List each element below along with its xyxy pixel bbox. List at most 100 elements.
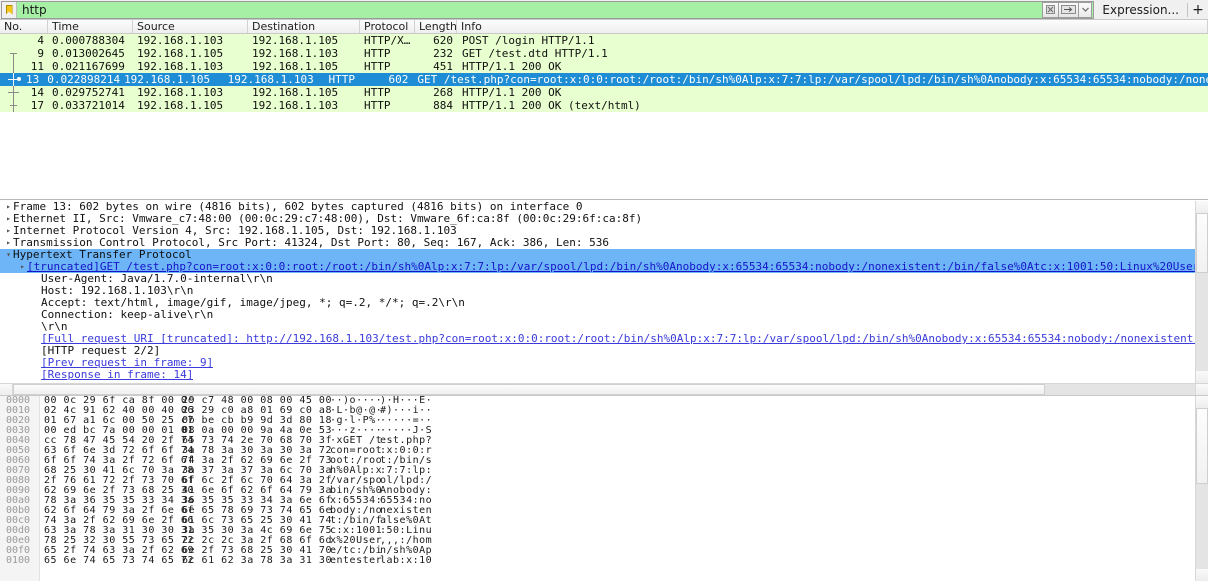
packet-row[interactable]: 13 0.022898214 192.168.1.105 192.168.1.103 H… bbox=[0, 73, 1208, 86]
packet-cell-info: POST /login HTTP/1.1 bbox=[462, 34, 595, 47]
column-header-destination[interactable]: Destination bbox=[248, 20, 360, 33]
detail-scroll-up-arrow[interactable] bbox=[1196, 201, 1208, 213]
packet-row[interactable]: 9 0.013002645 192.168.1.105 192.168.1.103 HT… bbox=[0, 47, 1208, 60]
column-header-time[interactable]: Time bbox=[48, 20, 133, 33]
clear-filter-icon[interactable] bbox=[1042, 1, 1060, 18]
detail-tree-row[interactable]: [HTTP request 2/2] bbox=[0, 345, 1208, 357]
detail-tree-label: Connection: keep-alive\r\n bbox=[41, 309, 214, 321]
packet-list-pane[interactable]: No. Time Source Destination Protocol Len… bbox=[0, 20, 1208, 200]
hex-ascii-1: entester bbox=[330, 555, 383, 566]
detail-tree-row[interactable]: \r\n bbox=[0, 321, 1208, 333]
packet-cell-no: 11 bbox=[30, 60, 44, 73]
add-filter-button[interactable]: + bbox=[1188, 1, 1208, 19]
filter-buttons bbox=[1042, 1, 1093, 18]
chevron-down-icon[interactable]: ▾ bbox=[4, 249, 13, 261]
hex-vertical-scrollbar[interactable] bbox=[1195, 396, 1208, 581]
detail-tree-row[interactable]: ▸ Internet Protocol Version 4, Src: 192.1… bbox=[0, 225, 1208, 237]
display-filter-toolbar: http Expression... + bbox=[0, 0, 1208, 20]
chevron-right-icon[interactable]: ▸ bbox=[4, 201, 13, 213]
display-filter-input-container[interactable]: http bbox=[1, 0, 1095, 19]
hscroll-track[interactable] bbox=[13, 384, 1195, 395]
filter-history-chevron-icon[interactable] bbox=[1078, 1, 1093, 18]
chevron-right-icon[interactable]: ▸ bbox=[4, 237, 13, 249]
detail-horizontal-scrollbar[interactable] bbox=[0, 383, 1208, 396]
filter-expression-button[interactable]: Expression... bbox=[1094, 1, 1187, 19]
chevron-right-icon[interactable]: ▸ bbox=[4, 213, 13, 225]
packet-cell-length: 884 bbox=[433, 99, 453, 112]
detail-tree-row[interactable]: Connection: keep-alive\r\n bbox=[0, 309, 1208, 321]
detail-vertical-scrollbar[interactable] bbox=[1195, 201, 1208, 383]
packet-cell-protocol: HTTP bbox=[328, 73, 356, 86]
packet-cell-time: 0.021167699 bbox=[52, 60, 125, 73]
hex-ascii-2: lab:x:10 bbox=[380, 555, 433, 566]
detail-tree-row[interactable]: Host: 192.168.1.103\r\n bbox=[0, 285, 1208, 297]
detail-scroll-down-arrow[interactable] bbox=[1196, 371, 1208, 383]
detail-scroll-track[interactable] bbox=[1196, 213, 1208, 371]
packet-cell-source: 192.168.1.105 bbox=[137, 99, 224, 112]
packet-cell-destination: 192.168.1.105 bbox=[252, 86, 339, 99]
detail-tree-label: [Prev request in frame: 9] bbox=[41, 357, 214, 369]
detail-tree-row[interactable]: ▸ Frame 13: 602 bytes on wire (4816 bits)… bbox=[0, 201, 1208, 213]
column-header-info[interactable]: Info bbox=[457, 20, 1208, 33]
hex-bytes-2: 6c 61 62 3a 78 3a 31 30 bbox=[182, 555, 332, 566]
detail-tree-label: [Full request URI [truncated]: http://19… bbox=[41, 333, 1208, 345]
hex-scroll-up-arrow[interactable] bbox=[1196, 396, 1208, 408]
chevron-right-icon[interactable]: ▸ bbox=[18, 261, 27, 273]
hex-scroll-track[interactable] bbox=[1196, 408, 1208, 569]
packet-details-pane[interactable]: ▸ Frame 13: 602 bytes on wire (4816 bits)… bbox=[0, 201, 1208, 383]
packet-row[interactable]: 14 0.029752741 192.168.1.103 192.168.1.105 H… bbox=[0, 86, 1208, 99]
packet-cell-no: 17 bbox=[30, 99, 44, 112]
detail-tree-row[interactable]: [Response in frame: 14] bbox=[0, 369, 1208, 381]
packet-cell-no: 9 bbox=[37, 47, 44, 60]
bookmark-icon[interactable] bbox=[2, 1, 17, 18]
detail-tree-label: [truncated]GET /test.php?con=root:x:0:0:… bbox=[27, 261, 1208, 273]
detail-tree-row[interactable]: ▸ Ethernet II, Src: Vmware_c7:48:00 (00:0… bbox=[0, 213, 1208, 225]
detail-tree-row[interactable]: ▸ [truncated]GET /test.php?con=root:x:0:0… bbox=[0, 261, 1208, 273]
hscroll-right-arrow[interactable] bbox=[1195, 384, 1208, 395]
hex-scroll-down-arrow[interactable] bbox=[1196, 569, 1208, 581]
packet-cell-no: 14 bbox=[30, 86, 44, 99]
detail-tree-label: Transmission Control Protocol, Src Port:… bbox=[13, 237, 610, 249]
detail-scroll-thumb[interactable] bbox=[1196, 213, 1208, 273]
apply-filter-arrow-icon[interactable] bbox=[1058, 1, 1080, 18]
column-header-no[interactable]: No. bbox=[0, 20, 48, 33]
packet-cell-protocol: HTTP bbox=[364, 99, 391, 112]
detail-tree-row[interactable]: [Prev request in frame: 9] bbox=[0, 357, 1208, 369]
packet-cell-source: 192.168.1.103 bbox=[137, 34, 224, 47]
packet-cell-info: GET /test.dtd HTTP/1.1 bbox=[462, 47, 608, 60]
wireshark-window: http Expression... + No. Time Source Des… bbox=[0, 0, 1208, 581]
packet-row[interactable]: 17 0.033721014 192.168.1.105 192.168.1.103 H… bbox=[0, 99, 1208, 112]
detail-tree-row[interactable]: Accept: text/html, image/gif, image/jpeg… bbox=[0, 297, 1208, 309]
detail-tree-row[interactable]: User-Agent: Java/1.7.0-internal\r\n bbox=[0, 273, 1208, 285]
packet-row[interactable]: 4 0.000788304 192.168.1.103 192.168.1.105 HT… bbox=[0, 34, 1208, 47]
packet-list-header: No. Time Source Destination Protocol Len… bbox=[0, 20, 1208, 34]
packet-cell-protocol: HTTP/X… bbox=[364, 34, 411, 47]
chevron-right-icon[interactable]: ▸ bbox=[4, 225, 13, 237]
column-header-source[interactable]: Source bbox=[133, 20, 248, 33]
detail-tree-row[interactable]: [Full request URI [truncated]: http://19… bbox=[0, 333, 1208, 345]
detail-tree-label: Host: 192.168.1.103\r\n bbox=[41, 285, 194, 297]
packet-cell-time: 0.022898214 bbox=[47, 73, 121, 86]
packet-cell-protocol: HTTP bbox=[364, 60, 391, 73]
packet-cell-destination: 192.168.1.105 bbox=[252, 60, 339, 73]
hscroll-thumb[interactable] bbox=[13, 384, 1045, 395]
hex-scroll-thumb[interactable] bbox=[1196, 408, 1208, 484]
packet-bytes-pane[interactable]: 0000 00 0c 29 6f ca 8f 00 0c 29 c7 48 00 0… bbox=[0, 396, 1208, 581]
packet-row[interactable]: 11 0.021167699 192.168.1.103 192.168.1.105 H… bbox=[0, 60, 1208, 73]
hscroll-left-arrow[interactable] bbox=[0, 384, 13, 395]
column-header-length[interactable]: Length bbox=[415, 20, 457, 33]
column-header-protocol[interactable]: Protocol bbox=[360, 20, 415, 33]
detail-tree-row[interactable]: ▾ Hypertext Transfer Protocol bbox=[0, 249, 1208, 261]
packet-cell-length: 602 bbox=[388, 73, 409, 86]
detail-tree-row[interactable]: ▸ Transmission Control Protocol, Src Port… bbox=[0, 237, 1208, 249]
detail-tree-label: [HTTP request 2/2] bbox=[41, 345, 161, 357]
packet-list-rows: 4 0.000788304 192.168.1.103 192.168.1.105 HT… bbox=[0, 34, 1208, 112]
detail-tree-label: [Response in frame: 14] bbox=[41, 369, 194, 381]
packet-cell-protocol: HTTP bbox=[364, 86, 391, 99]
packet-cell-no: 4 bbox=[37, 34, 44, 47]
packet-cell-time: 0.029752741 bbox=[52, 86, 125, 99]
hex-dump-row[interactable]: 0100 65 6e 74 65 73 74 65 72 6c 61 62 3a 7… bbox=[0, 556, 1208, 566]
hex-dump-rows: 0000 00 0c 29 6f ca 8f 00 0c 29 c7 48 00 0… bbox=[0, 396, 1208, 566]
display-filter-input[interactable]: http bbox=[17, 2, 1043, 18]
packet-cell-destination: 192.168.1.103 bbox=[227, 73, 314, 86]
